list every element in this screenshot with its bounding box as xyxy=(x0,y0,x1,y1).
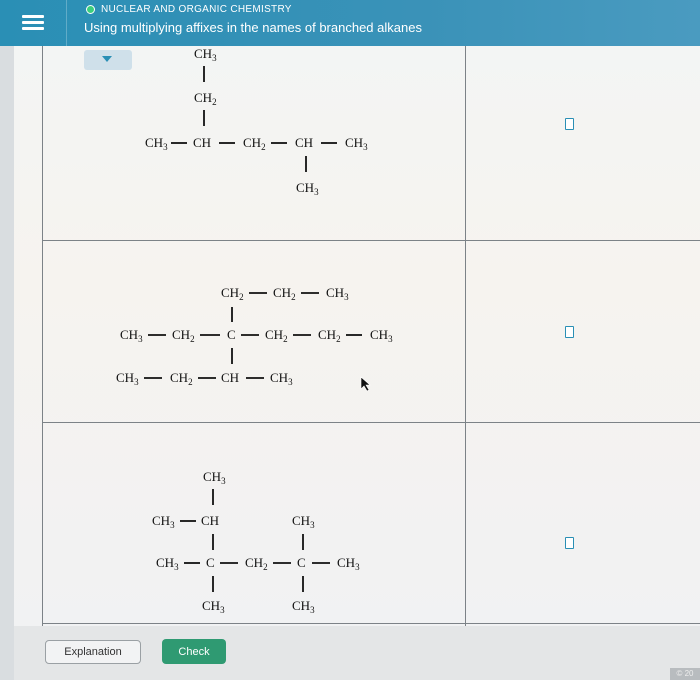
group-s3-10: CH3 xyxy=(292,598,315,615)
group-s1-0: CH3 xyxy=(194,46,217,63)
group-s1-3: CH xyxy=(193,135,211,150)
structure-3: CH3 CH3 CH CH3 CH3 C CH2 C CH3 CH3 CH3 xyxy=(152,469,360,615)
group-s2-9: CH3 xyxy=(116,370,139,387)
copyright-badge: © 20 xyxy=(670,668,700,680)
group-s3-8: CH3 xyxy=(337,555,360,572)
group-s3-0: CH3 xyxy=(203,469,226,486)
group-s3-5: C xyxy=(206,555,215,570)
group-s3-2: CH xyxy=(201,513,219,528)
group-s2-10: CH2 xyxy=(170,370,193,387)
structure-2: CH2 CH2 CH3 CH3 CH2 C CH2 CH2 CH3 CH3 CH… xyxy=(116,285,393,387)
group-s3-9: CH3 xyxy=(202,598,225,615)
group-s3-7: C xyxy=(297,555,306,570)
check-button[interactable]: Check xyxy=(162,639,226,664)
group-s2-1: CH2 xyxy=(273,285,296,302)
group-s3-3: CH3 xyxy=(292,513,315,530)
group-s2-12: CH3 xyxy=(270,370,293,387)
group-s2-7: CH2 xyxy=(318,327,341,344)
explanation-button[interactable]: Explanation xyxy=(45,640,141,664)
group-s2-4: CH2 xyxy=(172,327,195,344)
group-s3-6: CH2 xyxy=(245,555,268,572)
group-s2-6: CH2 xyxy=(265,327,288,344)
group-s2-11: CH xyxy=(221,370,239,385)
group-s2-3: CH3 xyxy=(120,327,143,344)
group-s3-4: CH3 xyxy=(156,555,179,572)
group-s1-2: CH3 xyxy=(145,135,168,152)
structural-formulas: CH3 CH2 CH3 CH CH2 CH CH3 CH3 CH2 CH2 CH… xyxy=(116,46,393,615)
group-s2-5: C xyxy=(227,327,236,342)
group-s3-1: CH3 xyxy=(152,513,175,530)
mouse-pointer-icon xyxy=(360,376,371,392)
group-s1-5: CH xyxy=(295,135,313,150)
group-s2-8: CH3 xyxy=(370,327,393,344)
group-s2-0: CH2 xyxy=(221,285,244,302)
group-s1-4: CH2 xyxy=(243,135,266,152)
group-s1-6: CH3 xyxy=(345,135,368,152)
structure-1: CH3 CH2 CH3 CH CH2 CH CH3 CH3 xyxy=(145,46,368,197)
group-s2-2: CH3 xyxy=(326,285,349,302)
group-s1-1: CH2 xyxy=(194,90,217,107)
group-s1-7: CH3 xyxy=(296,180,319,197)
